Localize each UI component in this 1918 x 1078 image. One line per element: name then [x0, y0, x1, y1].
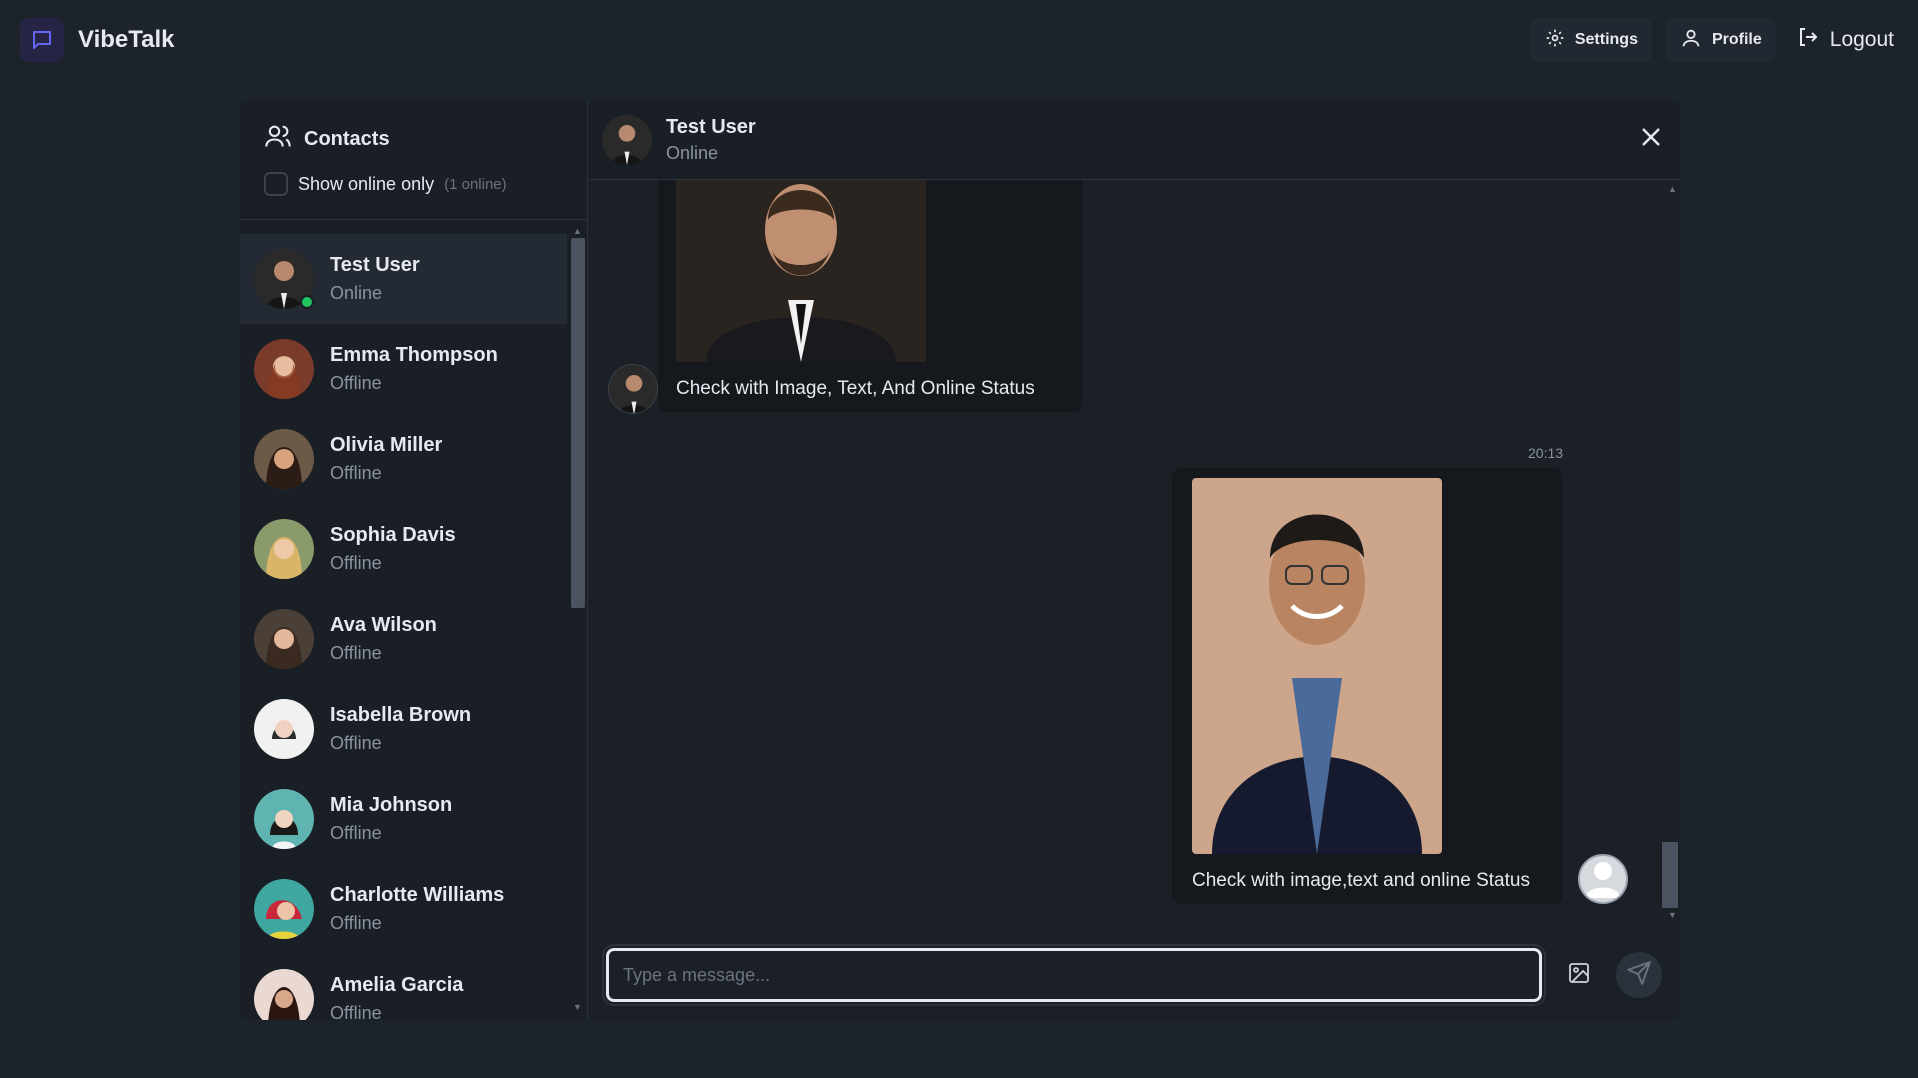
attach-image-button[interactable]: [1556, 952, 1602, 998]
scroll-down-icon[interactable]: ▼: [1668, 910, 1677, 920]
avatar: [254, 969, 314, 1020]
contact-status: Offline: [330, 1003, 382, 1020]
my-avatar: [1578, 854, 1628, 904]
contact-status: Offline: [330, 463, 382, 483]
contact-status: Offline: [330, 913, 382, 933]
contact-name: Charlotte Williams: [330, 884, 505, 906]
message-image[interactable]: [1192, 478, 1442, 854]
chat-contact-name: Test User: [666, 115, 756, 138]
contacts-title: Contacts: [304, 127, 390, 150]
chat-panel: Test User Online Check with Image, Text,…: [588, 100, 1680, 1020]
contact-olivia-miller[interactable]: Olivia Miller Offline: [240, 414, 567, 504]
online-indicator: [300, 295, 314, 309]
avatar: [254, 429, 314, 489]
app-name: VibeTalk: [78, 26, 175, 53]
top-navbar: VibeTalk Settings Profile Logout: [0, 0, 1918, 81]
contact-ava-wilson[interactable]: Ava Wilson Offline: [240, 594, 567, 684]
send-button[interactable]: [1616, 952, 1662, 998]
contact-name: Test User: [330, 254, 420, 276]
contact-name: Isabella Brown: [330, 704, 472, 726]
chat-avatar: [602, 114, 652, 165]
contacts-sidebar: Contacts Show online only (1 online) Tes…: [240, 100, 588, 1020]
message-list: Check with Image, Text, And Online Statu…: [588, 180, 1680, 930]
contact-status: Offline: [330, 553, 382, 573]
contact-name: Olivia Miller: [330, 434, 443, 456]
contact-test-user[interactable]: Test User Online: [240, 234, 567, 324]
show-online-checkbox[interactable]: [264, 172, 288, 196]
logout-button[interactable]: Logout: [1790, 18, 1900, 62]
avatar: [254, 789, 314, 849]
default-user-icon: [1580, 856, 1626, 902]
message-text: Check with Image, Text, And Online Statu…: [676, 378, 1035, 399]
contact-charlotte-williams[interactable]: Charlotte Williams Offline: [240, 864, 567, 954]
gear-icon: [1545, 28, 1565, 53]
sender-avatar: [608, 364, 658, 414]
contact-name: Mia Johnson: [330, 794, 453, 816]
brand[interactable]: VibeTalk: [20, 18, 175, 62]
chat-header: Test User Online: [588, 100, 1680, 180]
contact-status: Offline: [330, 373, 382, 393]
contacts-scrollbar[interactable]: ▲ ▼: [569, 226, 585, 1020]
message-composer: [588, 930, 1680, 1020]
online-filter: Show online only (1 online): [264, 172, 563, 196]
contact-isabella-brown[interactable]: Isabella Brown Offline: [240, 684, 567, 774]
scroll-thumb[interactable]: [571, 238, 585, 608]
message-bubble-outgoing: Check with image,text and online Status: [1172, 468, 1562, 904]
contact-status: Offline: [330, 733, 382, 753]
scroll-up-icon[interactable]: ▲: [573, 226, 582, 236]
avatar: [254, 519, 314, 579]
profile-button[interactable]: Profile: [1665, 18, 1776, 62]
contact-status: Offline: [330, 643, 382, 663]
message-image[interactable]: [676, 180, 926, 362]
online-count: (1 online): [444, 175, 507, 193]
contact-mia-johnson[interactable]: Mia Johnson Offline: [240, 774, 567, 864]
user-icon: [1680, 27, 1702, 54]
messages-scrollbar[interactable]: ▲ ▼: [1662, 180, 1680, 930]
chat-bubble-icon: [20, 18, 64, 62]
logout-label: Logout: [1829, 28, 1894, 51]
logout-icon: [1796, 25, 1820, 55]
avatar: [254, 339, 314, 399]
contacts-header: Contacts Show online only (1 online): [240, 100, 587, 220]
scroll-thumb[interactable]: [1662, 842, 1678, 908]
message-text: Check with image,text and online Status: [1192, 870, 1530, 891]
avatar: [254, 609, 314, 669]
profile-label: Profile: [1711, 31, 1762, 48]
send-icon: [1626, 960, 1652, 991]
chat-container: Contacts Show online only (1 online) Tes…: [240, 100, 1680, 1020]
message-timestamp: 20:13: [1528, 445, 1564, 461]
chat-contact-status: Online: [666, 142, 719, 163]
message-bubble-incoming: Check with Image, Text, And Online Statu…: [658, 180, 1082, 412]
contact-amelia-garcia[interactable]: Amelia Garcia Offline: [240, 954, 567, 1020]
contact-name: Sophia Davis: [330, 524, 456, 546]
scroll-down-icon[interactable]: ▼: [573, 1002, 582, 1012]
avatar: [254, 879, 314, 939]
avatar: [254, 699, 314, 759]
message-input[interactable]: [602, 944, 1546, 1006]
contact-status: Offline: [330, 823, 382, 843]
scroll-up-icon[interactable]: ▲: [1668, 184, 1677, 194]
close-chat-button[interactable]: [1636, 125, 1666, 155]
close-icon: [1639, 125, 1663, 154]
contact-name: Emma Thompson: [330, 344, 498, 366]
contact-name: Ava Wilson: [330, 614, 437, 636]
settings-label: Settings: [1574, 31, 1638, 48]
contact-name: Amelia Garcia: [330, 974, 464, 996]
contact-sophia-davis[interactable]: Sophia Davis Offline: [240, 504, 567, 594]
users-icon: [264, 122, 292, 156]
contact-emma-thompson[interactable]: Emma Thompson Offline: [240, 324, 567, 414]
image-icon: [1567, 961, 1591, 990]
contact-list: Test User Online Emma Thompson Offline O…: [240, 220, 587, 1020]
contact-status: Online: [330, 283, 383, 303]
settings-button[interactable]: Settings: [1530, 18, 1652, 62]
show-online-label[interactable]: Show online only: [298, 174, 434, 195]
